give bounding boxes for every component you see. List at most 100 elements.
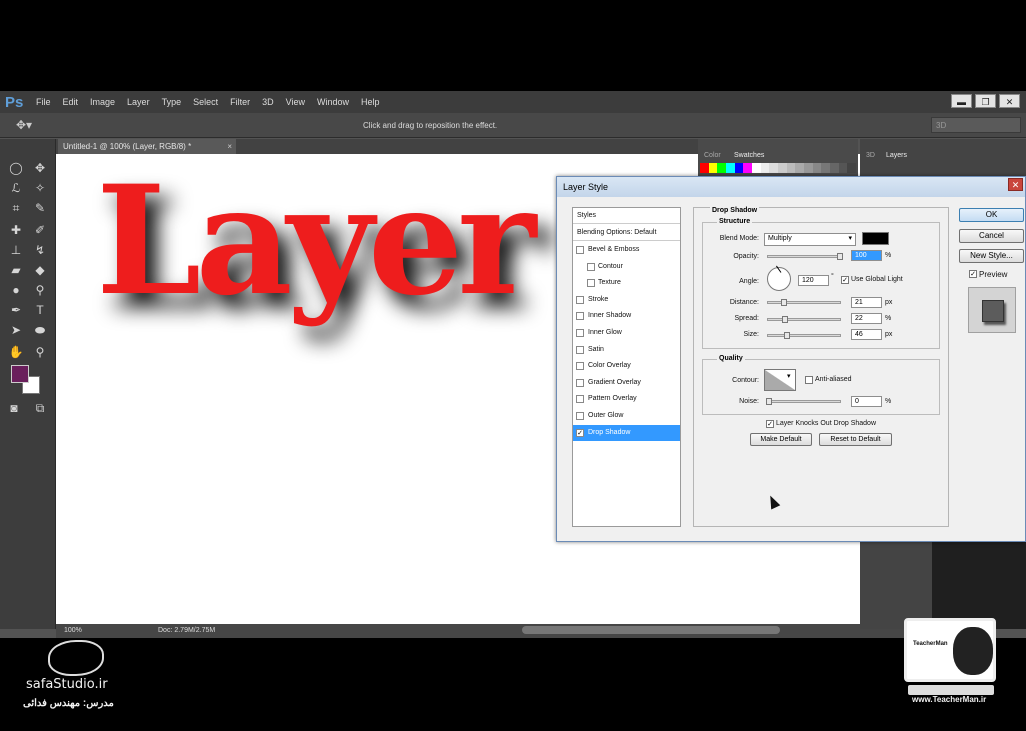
style-checkbox[interactable] [576,329,584,337]
slider-thumb[interactable] [766,398,772,405]
cancel-button[interactable]: Cancel [959,229,1024,243]
horizontal-scrollbar[interactable] [522,626,780,634]
anti-aliased-checkbox[interactable] [805,376,813,384]
size-slider[interactable] [767,332,841,339]
swatch[interactable] [847,163,857,173]
noise-slider[interactable] [766,398,841,405]
style-item-bevel-emboss[interactable]: Bevel & Emboss [573,242,680,258]
tab-layers[interactable]: Layers [886,152,907,159]
layer-knocks-out-checkbox[interactable]: ✓ [766,420,774,428]
style-checkbox[interactable] [576,295,584,304]
swatch[interactable] [769,163,779,173]
restore-button[interactable]: ❐ [975,94,996,108]
menu-3d[interactable]: 3D [256,97,280,107]
style-item-color-overlay[interactable]: Color Overlay [573,358,680,374]
opacity-slider[interactable] [767,253,843,260]
swatch[interactable] [786,163,796,173]
swatch[interactable] [752,163,761,173]
style-checkbox[interactable]: ✓ [576,428,584,437]
style-checkbox[interactable] [576,246,584,254]
magic-wand-icon[interactable]: ✧ [30,179,50,197]
style-checkbox[interactable] [576,378,584,387]
workspace-select[interactable]: 3D [931,117,1021,133]
swatch[interactable] [717,163,727,173]
menu-window[interactable]: Window [311,97,355,107]
style-checkbox[interactable] [587,262,595,271]
style-item-texture[interactable]: Texture [573,275,680,291]
lasso-tool-icon[interactable]: ℒ [6,179,26,197]
menu-image[interactable]: Image [84,97,121,107]
style-checkbox[interactable] [576,412,584,420]
menu-edit[interactable]: Edit [57,97,85,107]
healing-brush-icon[interactable]: ✚ [6,221,26,239]
dialog-title-bar[interactable]: Layer Style ✕ [557,177,1025,197]
document-tab[interactable]: Untitled-1 @ 100% (Layer, RGB/8) * × [58,139,236,154]
spread-slider[interactable] [767,316,841,323]
opacity-field[interactable]: 100 [851,250,882,261]
slider-thumb[interactable] [837,253,843,260]
minimize-button[interactable]: ▬ [951,94,972,108]
dodge-tool-icon[interactable]: ⚲ [30,281,50,299]
swatch[interactable] [760,163,770,173]
swatch[interactable] [726,163,735,173]
make-default-button[interactable]: Make Default [750,433,812,446]
swatch[interactable] [838,163,848,173]
foreground-color-swatch[interactable] [11,365,29,383]
swatch[interactable] [734,163,744,173]
hand-tool-icon[interactable]: ✋ [6,343,26,361]
angle-dial[interactable] [767,265,791,291]
blur-tool-icon[interactable]: ● [6,281,26,299]
slider-thumb[interactable] [782,316,788,323]
swatch[interactable] [795,163,805,173]
style-item-outer-glow[interactable]: Outer Glow [573,408,680,424]
swatch[interactable] [830,163,839,173]
style-checkbox[interactable] [587,279,595,288]
crop-tool-icon[interactable]: ⌗ [6,199,26,217]
move-tool-icon[interactable]: ✥ [30,159,50,177]
style-checkbox[interactable] [576,362,584,371]
menu-type[interactable]: Type [156,97,188,107]
style-item-stroke[interactable]: Stroke [573,292,680,308]
size-field[interactable]: 46 [851,329,882,340]
marquee-tool-icon[interactable]: ◯ [6,159,26,177]
menu-select[interactable]: Select [187,97,224,107]
angle-field[interactable]: 120 [798,275,829,286]
eraser-tool-icon[interactable]: ▰ [6,261,26,279]
close-window-button[interactable]: ✕ [999,94,1020,108]
dialog-close-button[interactable]: ✕ [1008,178,1023,191]
history-brush-icon[interactable]: ↯ [30,241,50,259]
menu-file[interactable]: File [30,97,57,107]
screen-mode-icon[interactable]: ⧉ [30,399,50,417]
style-item-gradient-overlay[interactable]: Gradient Overlay [573,375,680,391]
shape-tool-icon[interactable]: ⬬ [30,321,50,339]
style-checkbox[interactable] [576,345,584,354]
swatch[interactable] [743,163,753,173]
tab-swatches[interactable]: Swatches [734,152,764,159]
blending-options-item[interactable]: Blending Options: Default [573,225,680,241]
zoom-level[interactable]: 100% [64,627,82,634]
menu-view[interactable]: View [280,97,311,107]
slider-thumb[interactable] [781,299,787,306]
ok-button[interactable]: OK [959,208,1024,222]
preview-checkbox[interactable]: ✓ [969,270,977,278]
menu-layer[interactable]: Layer [121,97,156,107]
zoom-tool-icon[interactable]: ⚲ [30,343,50,361]
clone-stamp-icon[interactable]: ⊥ [6,241,26,259]
style-item-drop-shadow[interactable]: ✓ Drop Shadow [573,424,680,441]
tab-3d[interactable]: 3D [866,152,875,159]
type-tool-icon[interactable]: T [30,301,50,319]
use-global-light-checkbox[interactable]: ✓ [841,276,849,284]
noise-field[interactable]: 0 [851,396,882,407]
paint-bucket-icon[interactable]: ◆ [30,261,50,279]
new-style-button[interactable]: New Style... [959,249,1024,263]
slider-thumb[interactable] [784,332,790,339]
eyedropper-icon[interactable]: ✎ [30,199,50,217]
style-item-contour[interactable]: Contour [573,259,680,275]
menu-help[interactable]: Help [355,97,386,107]
move-tool-icon[interactable]: ✥▾ [16,118,32,132]
close-tab-icon[interactable]: × [227,139,232,154]
style-item-inner-glow[interactable]: Inner Glow [573,325,680,341]
style-item-satin[interactable]: Satin [573,342,680,358]
pen-tool-icon[interactable]: ✒ [6,301,26,319]
reset-to-default-button[interactable]: Reset to Default [819,433,892,446]
